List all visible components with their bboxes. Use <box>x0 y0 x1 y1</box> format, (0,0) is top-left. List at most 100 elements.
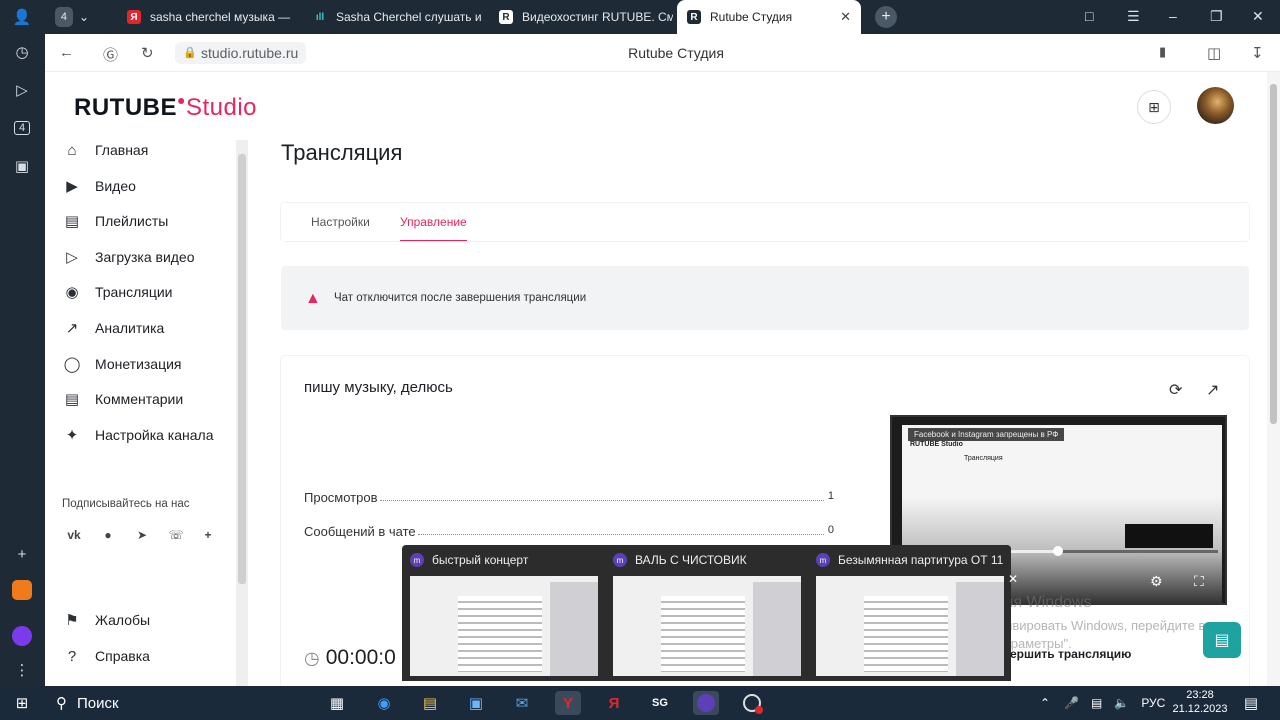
sidebar-item-upload[interactable]: ▷ Загрузка видео <box>61 245 194 269</box>
taskbar-search[interactable]: ⚲ Поиск <box>46 686 316 720</box>
windows-start-icon[interactable]: ⊞ <box>9 691 35 715</box>
settings-gear-icon[interactable]: ⚙ <box>1150 573 1163 590</box>
sidebar-item-comments[interactable]: ▤ Комментарии <box>61 387 183 411</box>
mail-icon[interactable]: ✉ <box>509 691 535 715</box>
more-social-icon[interactable]: + <box>197 524 219 546</box>
viber-icon[interactable]: ☏ <box>165 524 187 546</box>
tab-settings[interactable]: Настройки <box>311 215 370 229</box>
musescore-icon: m <box>613 553 627 567</box>
file-explorer-icon[interactable]: ▤ <box>417 691 443 715</box>
sidebar-item-streams[interactable]: ◉ Трансляции <box>61 280 172 304</box>
minimize-icon[interactable]: – <box>1169 8 1177 24</box>
end-stream-button[interactable]: ершить трансляцию <box>1010 647 1131 661</box>
tab-counter-icon[interactable]: 4 <box>8 114 36 142</box>
download-icon[interactable]: ↧ <box>1251 44 1264 62</box>
menu-icon[interactable]: ⋮ <box>8 656 36 684</box>
plus-icon: + <box>875 6 897 28</box>
yandex-icon[interactable]: Я <box>601 691 627 715</box>
tab-yandex-music[interactable]: Я sasha cherchel музыка — <box>117 3 297 31</box>
playlist-icon: ▤ <box>64 213 80 230</box>
bell-icon: ▲ <box>305 290 321 307</box>
vk-icon[interactable]: vk <box>63 524 85 546</box>
chevron-up-icon[interactable]: ⌃ <box>1040 696 1050 710</box>
plus-square-icon: ⊞ <box>1148 98 1160 115</box>
sg-app-icon[interactable]: SG <box>647 691 673 715</box>
share-icon[interactable]: ⟳ <box>1169 380 1182 400</box>
tab-sasha-cherchel[interactable]: ıll Sasha Cherchel слушать и <box>303 3 483 31</box>
tab-rutube-studio[interactable]: R Rutube Студия ✕ <box>677 0 861 34</box>
musescore-icon: m <box>410 553 424 567</box>
tab-management[interactable]: Управление <box>400 215 467 241</box>
views-stat: Просмотров 1 <box>304 490 834 505</box>
store-icon[interactable]: ▣ <box>463 691 489 715</box>
history-icon[interactable]: ◷ <box>8 38 36 66</box>
avatar[interactable] <box>1197 87 1234 124</box>
content-title: Трансляция <box>281 140 403 165</box>
close-tab-icon[interactable]: ✕ <box>840 9 851 25</box>
thumbnail-window[interactable]: m быстрый концерт <box>410 553 600 676</box>
add-icon[interactable]: + <box>8 540 36 568</box>
musescore-taskbar-icon[interactable] <box>693 691 719 715</box>
system-tray: ⌃ 🎤 ▤ 🔈 РУС <box>1040 686 1165 720</box>
close-thumbnail-icon[interactable]: ✕ <box>1008 572 1018 586</box>
restore-icon[interactable]: ❐ <box>1210 8 1223 25</box>
social-title: Подписывайтесь на нас <box>62 498 190 510</box>
thumbnail-window[interactable]: m ВАЛЬ С ЧИСТОВИК <box>613 553 803 676</box>
rutube-favicon-icon: R <box>499 10 513 24</box>
yandex-browser-icon[interactable]: Y <box>555 691 581 715</box>
close-window-icon[interactable]: ✕ <box>1252 8 1264 25</box>
odnoklassniki-icon[interactable]: ● <box>97 524 119 546</box>
screenshot-icon[interactable]: ▣ <box>8 152 36 180</box>
volume-icon[interactable]: 🔈 <box>1114 696 1129 710</box>
chat-button[interactable]: ▤ <box>1203 622 1241 658</box>
obs-icon[interactable] <box>739 691 765 715</box>
add-content-button[interactable]: ⊞ <box>1137 90 1171 124</box>
task-view-icon[interactable]: ▦ <box>324 691 350 715</box>
tab-rutube-hosting[interactable]: R Видеохостинг RUTUBE. См <box>489 3 673 31</box>
sidebar-item-playlists[interactable]: ▤ Плейлисты <box>61 209 168 233</box>
sidebar-item-channel-settings[interactable]: ✦ Настройка канала <box>61 423 214 447</box>
bookmark-icon[interactable]: ▮ <box>1159 44 1166 60</box>
language-indicator[interactable]: РУС <box>1141 696 1165 710</box>
notifications-icon[interactable]: ▤ <box>1238 691 1264 715</box>
hamburger-menu-icon[interactable]: ☰ <box>1127 8 1140 25</box>
profile-icon[interactable]: 👤 <box>8 3 36 31</box>
video-icon: ▶ <box>66 178 78 195</box>
sidebar-item-video[interactable]: ▶ Видео <box>61 174 136 198</box>
page-title: Rutube Студия <box>628 45 724 61</box>
clock[interactable]: 23:28 21.12.2023 <box>1170 688 1230 716</box>
sidebar-item-complaints[interactable]: ⚑ Жалобы <box>61 608 150 632</box>
edge-icon[interactable]: ◉ <box>371 691 397 715</box>
preview-title: Трансляция <box>964 455 1003 462</box>
magic-wand-icon: ✦ <box>65 427 79 444</box>
chevron-down-icon: ⌄ <box>78 10 89 24</box>
play-icon[interactable]: ▷ <box>8 76 36 104</box>
sidebar-item-monetization[interactable]: ◯ Монетизация <box>61 352 182 376</box>
stream-timer: ◷ 00:00:0 <box>304 646 396 669</box>
sidebar-item-home[interactable]: ⌂ Главная <box>61 138 148 162</box>
progress-knob[interactable] <box>1052 546 1063 556</box>
new-tab-button[interactable]: + <box>875 3 905 31</box>
sidebar-item-analytics[interactable]: ↗ Аналитика <box>61 316 165 340</box>
rutube-favicon-icon: R <box>687 10 701 24</box>
preview-logo: RUTUBE Studio <box>910 441 963 448</box>
alice-icon[interactable] <box>8 622 36 650</box>
musescore-icon: m <box>816 553 830 567</box>
thumbnail-window[interactable]: m Безымянная партитура ОТ 11 ... <box>816 553 1006 676</box>
taskbar-thumbnail-popup: m быстрый концерт m ВАЛЬ С ЧИСТОВИК m Безым… <box>402 545 1011 681</box>
bookmarks-panel-icon[interactable]: □ <box>1085 8 1093 24</box>
microphone-icon[interactable]: 🎤 <box>1064 696 1079 710</box>
rutube-studio-logo[interactable]: RUTUBE●Studio <box>74 92 257 122</box>
open-external-icon[interactable]: ↗ <box>1206 380 1219 400</box>
telegram-icon[interactable]: ➤ <box>131 524 153 546</box>
chat-notice: ▲ Чат отключится после завершения трансл… <box>281 266 1249 330</box>
tab-group-button[interactable]: 4 ⌄ <box>45 3 99 31</box>
app-icon-orange[interactable] <box>8 576 36 604</box>
sidebar-scrollbar[interactable] <box>236 140 248 686</box>
network-icon[interactable]: ▤ <box>1091 696 1102 710</box>
fullscreen-icon[interactable]: ⛶ <box>1194 573 1204 590</box>
sidebar-item-help[interactable]: ? Справка <box>61 644 150 668</box>
page-scrollbar[interactable] <box>1267 72 1280 686</box>
browser-sidebar: 👤 ◷ ▷ 4 ▣ + ⋮ <box>0 0 45 686</box>
extensions-icon[interactable]: ◫ <box>1207 44 1221 62</box>
